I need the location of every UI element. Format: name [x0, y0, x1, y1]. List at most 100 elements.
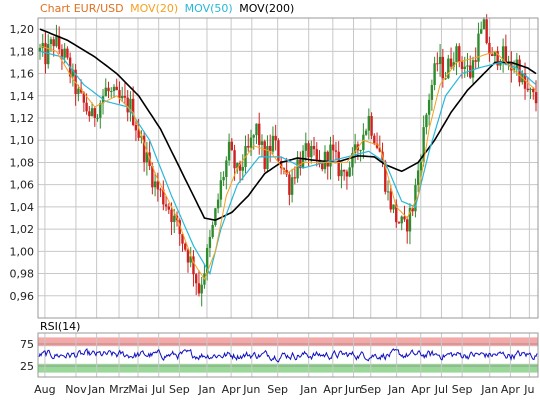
- candle-body: [121, 95, 124, 99]
- candle-body: [312, 145, 316, 150]
- price-y-tick: 1,10: [10, 134, 35, 147]
- candle-body: [460, 61, 464, 69]
- candle-body: [277, 140, 280, 162]
- candle-body: [66, 48, 69, 58]
- candle-body: [104, 87, 107, 97]
- x-tick-label: Apr: [411, 383, 431, 396]
- candle-body: [416, 170, 420, 186]
- rsi-y-tick: 25: [20, 360, 34, 373]
- candle-body: [471, 60, 475, 78]
- price-y-tick: 1,08: [10, 156, 35, 169]
- candle-body: [38, 47, 42, 52]
- candle-body: [123, 95, 127, 98]
- candle-body: [397, 222, 401, 224]
- candle-body: [219, 180, 223, 200]
- price-y-tick: 1,18: [10, 45, 35, 58]
- title-part-ma20: MOV(20): [130, 2, 178, 15]
- candle-body: [532, 88, 535, 93]
- candle-body: [419, 161, 423, 171]
- candle-body: [186, 249, 190, 263]
- candle-body: [359, 150, 362, 152]
- price-y-tick: 1,20: [10, 23, 35, 36]
- candle-body: [406, 219, 409, 232]
- candle-body: [373, 135, 376, 144]
- price-y-tick: 1,14: [10, 90, 35, 103]
- candle-body: [173, 215, 176, 223]
- x-tick-label: Aug: [34, 383, 55, 396]
- candle-body: [348, 167, 351, 177]
- candle-body: [230, 141, 234, 151]
- candle-body: [455, 46, 458, 63]
- candle-body: [326, 151, 329, 167]
- price-y-tick: 1,00: [10, 245, 35, 258]
- candle-body: [85, 102, 88, 112]
- candle-body: [260, 141, 264, 145]
- x-tick-label: Apr: [222, 383, 242, 396]
- candle-body: [310, 145, 313, 158]
- candle-body: [403, 216, 406, 220]
- candle-body: [63, 48, 66, 58]
- rsi-y-axis: 25 75: [20, 338, 34, 373]
- x-tick-label: Jan: [87, 383, 105, 396]
- candle-body: [288, 174, 291, 195]
- candle-body: [458, 46, 461, 62]
- candle-body: [249, 137, 253, 148]
- candle-body: [112, 86, 116, 92]
- candle-body: [266, 145, 269, 170]
- candle-body: [93, 108, 97, 118]
- candle-body: [334, 150, 338, 152]
- candle-body: [534, 92, 538, 104]
- candle-body: [274, 135, 277, 141]
- x-tick-label: Jan: [480, 383, 498, 396]
- candle-body: [430, 85, 434, 100]
- x-tick-label: Ju: [523, 383, 534, 396]
- candle-body: [156, 181, 160, 190]
- candle-body: [194, 274, 198, 284]
- candle-body: [137, 130, 140, 138]
- candle-body: [449, 58, 453, 67]
- candle-body: [433, 63, 436, 86]
- candle-body: [184, 243, 187, 250]
- candle-body: [208, 237, 212, 248]
- candle-body: [49, 39, 53, 45]
- candle-body: [258, 123, 261, 145]
- rsi-title: RSI(14): [40, 320, 80, 333]
- candle-body: [386, 191, 390, 193]
- candle-body: [44, 43, 47, 65]
- candle-body: [225, 160, 228, 177]
- candle-body: [99, 103, 102, 118]
- price-y-tick: 1,06: [10, 179, 35, 192]
- candle-body: [214, 208, 217, 226]
- candle-body: [463, 66, 466, 69]
- candle-body: [118, 90, 121, 99]
- candle-body: [153, 181, 157, 188]
- x-tick-label: Mai: [128, 383, 147, 396]
- candle-body: [57, 36, 61, 50]
- candle-body: [134, 124, 138, 131]
- price-y-tick: 1,02: [10, 223, 35, 236]
- candle-body: [271, 135, 275, 152]
- candle-body: [216, 199, 220, 209]
- candle-body: [77, 88, 80, 95]
- candle-body: [110, 91, 113, 93]
- rsi-oversold-band: [38, 363, 538, 373]
- x-tick-label: Jan: [387, 383, 405, 396]
- rsi-y-tick: 75: [20, 338, 34, 351]
- rsi-overbought-band: [38, 337, 538, 347]
- candle-body: [263, 141, 266, 170]
- candle-body: [90, 108, 94, 117]
- candle-body: [233, 150, 236, 169]
- chart-title: Chart EUR/USD MOV(20) MOV(50) MOV(200): [40, 2, 294, 15]
- candle-body: [252, 135, 255, 138]
- price-y-tick: 1,16: [10, 68, 35, 81]
- title-part-ma200: MOV(200): [239, 2, 294, 15]
- x-tick-label: Jul: [434, 383, 448, 396]
- candle-body: [436, 63, 439, 65]
- x-tick-label: Sep: [452, 383, 473, 396]
- candle-body: [345, 171, 349, 177]
- candle-body: [400, 216, 403, 224]
- x-tick-label: Sep: [169, 383, 190, 396]
- candle-body: [170, 209, 173, 223]
- candle-body: [474, 60, 477, 62]
- candle-body: [392, 204, 395, 210]
